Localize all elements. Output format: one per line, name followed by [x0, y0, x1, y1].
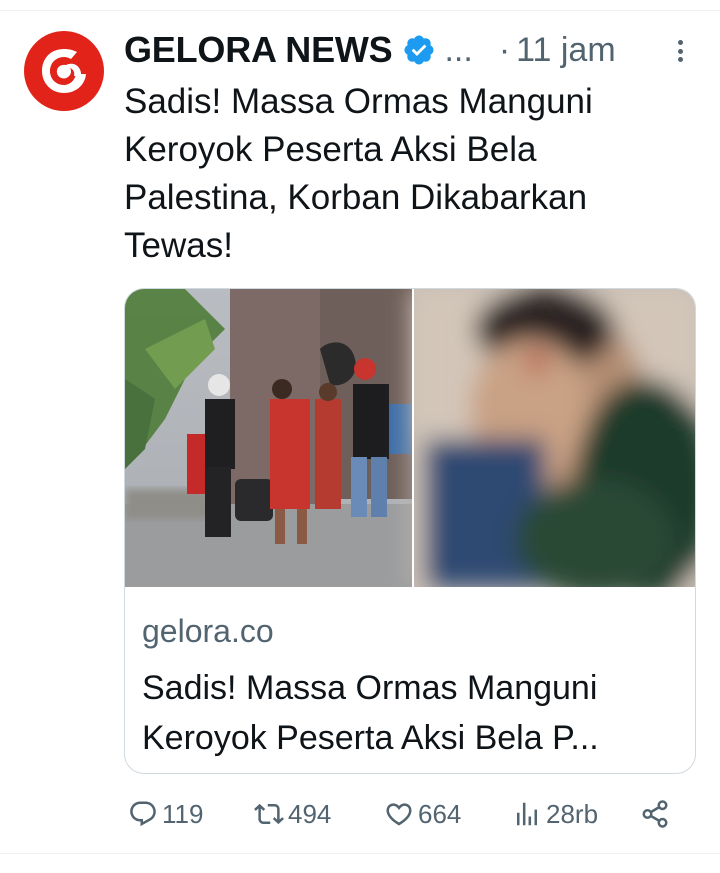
share-icon [642, 800, 668, 828]
reply-button[interactable]: 119 [128, 792, 203, 836]
verified-badge-icon[interactable] [402, 33, 436, 67]
gelora-logo-icon [42, 49, 86, 93]
display-name[interactable]: GELORA NEWS [124, 29, 393, 71]
bottom-divider [0, 853, 720, 854]
retweet-button[interactable]: 494 [254, 792, 331, 836]
separator-dot: · [498, 30, 511, 69]
like-count: 664 [418, 798, 462, 829]
link-card[interactable]: gelora.co Sadis! Massa Ormas Manguni Ker… [124, 288, 696, 774]
views-button[interactable]: 28rb [512, 792, 598, 836]
name-overflow: ... [444, 30, 473, 69]
reply-icon [130, 801, 156, 827]
tweet-header: GELORA NEWS ... · 11 jam [124, 26, 704, 74]
reply-count: 119 [162, 798, 204, 829]
card-image [125, 289, 695, 587]
like-button[interactable]: 664 [384, 792, 461, 836]
card-title: Sadis! Massa Ormas Manguni Keroyok Peser… [142, 669, 599, 757]
views-icon [517, 802, 537, 826]
card-domain: gelora.co [142, 613, 274, 649]
card-photo [125, 289, 695, 587]
avatar[interactable] [24, 31, 104, 111]
timestamp[interactable]: 11 jam [516, 31, 616, 70]
tweet-text: Sadis! Massa Ormas Manguni Keroyok Peser… [124, 82, 593, 265]
views-count: 28rb [546, 798, 599, 829]
retweet-icon [254, 803, 284, 825]
top-divider [0, 10, 720, 11]
heart-icon [386, 803, 412, 826]
tweet-actions: 119 494 664 28rb [124, 792, 704, 836]
more-options-icon[interactable] [674, 36, 686, 66]
retweet-count: 494 [288, 798, 332, 829]
share-button[interactable] [640, 792, 674, 836]
